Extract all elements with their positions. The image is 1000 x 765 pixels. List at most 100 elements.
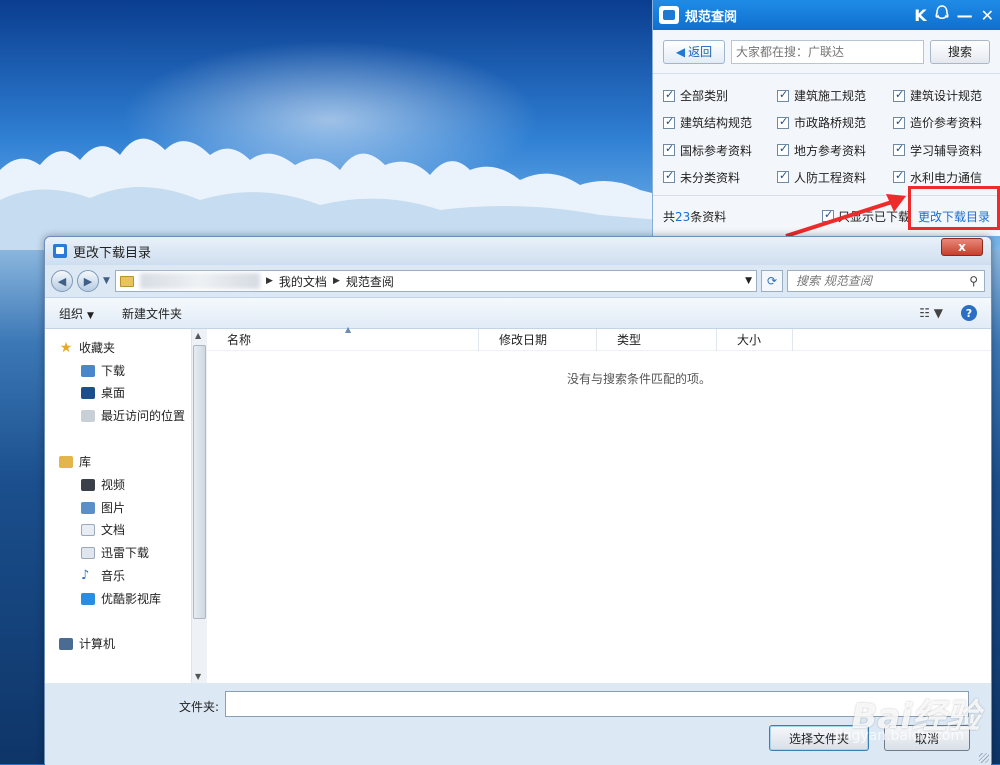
cancel-button[interactable]: 取消 (884, 725, 970, 751)
column-modified[interactable]: 修改日期 (479, 328, 597, 351)
help-icon[interactable]: ? (961, 305, 977, 321)
column-name[interactable]: 名称 (207, 328, 479, 351)
folder-input[interactable] (225, 691, 969, 717)
titlebar-controls: K — ✕ (914, 5, 994, 25)
category-design[interactable]: 建筑设计规范 (893, 86, 1000, 105)
nav-item-documents[interactable]: 文档 (81, 521, 125, 538)
nav-scrollbar[interactable]: ▲ ▼ (191, 329, 207, 683)
checkbox-icon[interactable] (777, 88, 789, 102)
checkbox-icon[interactable] (663, 142, 675, 157)
nav-item-pictures[interactable]: 图片 (81, 499, 125, 516)
checkbox-icon[interactable] (893, 169, 905, 184)
checkbox-icon[interactable] (777, 142, 789, 157)
category-national[interactable]: 国标参考资料 (663, 141, 777, 160)
address-row: ◀ ▶ ▼ ▶ 我的文档 ▶ 规范查阅 ▼ ⟳ ⚲ (45, 265, 991, 297)
nav-item-youku-library[interactable]: 优酷影视库 (81, 590, 161, 607)
checkbox-icon[interactable] (893, 115, 905, 129)
thunder-download-icon (81, 546, 95, 559)
sort-caret-icon: ▲ (345, 325, 352, 334)
youku-icon (81, 592, 95, 605)
column-type[interactable]: 类型 (597, 328, 717, 351)
view-options-icon[interactable]: ☷ ▼ (919, 306, 943, 320)
close-icon[interactable]: ✕ (981, 6, 994, 25)
category-municipal[interactable]: 市政路桥规范 (777, 113, 893, 132)
chevron-right-icon[interactable]: ▶ (333, 276, 340, 286)
nav-item-desktop[interactable]: 桌面 (81, 384, 125, 401)
computer-icon (59, 637, 73, 650)
back-arrow-icon: ◀ (675, 44, 686, 59)
column-size[interactable]: 大小 (717, 328, 793, 351)
category-structure[interactable]: 建筑结构规范 (663, 113, 777, 132)
category-construction[interactable]: 建筑施工规范 (777, 86, 893, 105)
checkbox-icon[interactable] (821, 208, 834, 222)
back-nav-button[interactable]: ◀ (51, 270, 73, 292)
nav-item-downloads[interactable]: 下载 (81, 362, 125, 379)
nav-item-thunder-downloads[interactable]: 迅雷下载 (81, 544, 149, 561)
dialog-search-input[interactable] (794, 273, 970, 289)
back-label: 返回 (688, 45, 713, 59)
change-download-dir-link[interactable]: 更改下载目录 (918, 208, 990, 225)
scroll-up-icon[interactable]: ▲ (195, 331, 201, 340)
dialog-search-box[interactable]: ⚲ (787, 270, 985, 292)
category-all[interactable]: 全部类别 (663, 86, 777, 105)
category-local[interactable]: 地方参考资料 (777, 141, 893, 160)
breadcrumb-documents[interactable]: 我的文档 (279, 273, 327, 290)
app-search-button[interactable]: 搜索 (930, 39, 990, 64)
video-icon (81, 478, 95, 491)
nav-favorites[interactable]: ★ 收藏夹 (59, 339, 115, 356)
new-folder-button[interactable]: 新建文件夹 (122, 305, 182, 322)
dialog-toolbar: 组织 ▼ 新建文件夹 ☷ ▼ ? (45, 297, 991, 329)
checkbox-icon[interactable] (663, 115, 675, 129)
caret-down-icon: ▼ (87, 310, 94, 321)
library-icon (59, 455, 73, 468)
qq-icon[interactable] (935, 5, 949, 25)
nav-item-recent-places[interactable]: 最近访问的位置 (81, 407, 185, 424)
snowy-trees (0, 138, 660, 250)
k-logo-icon[interactable]: K (914, 6, 926, 25)
address-dropdown-icon[interactable]: ▼ (745, 276, 752, 286)
minimize-icon[interactable]: — (957, 6, 973, 25)
category-civil-defense[interactable]: 人防工程资料 (777, 168, 893, 187)
organize-menu[interactable]: 组织 ▼ (59, 305, 94, 322)
checkbox-icon[interactable] (663, 169, 675, 184)
folder-icon (120, 275, 134, 287)
category-hydro-power[interactable]: 水利电力通信 (893, 168, 1000, 187)
only-downloaded-toggle[interactable]: 只显示已下载 (821, 208, 910, 225)
checkbox-icon[interactable] (893, 88, 905, 102)
music-icon: ♪ (81, 567, 90, 583)
blurred-path-segment (140, 273, 260, 289)
checkbox-icon[interactable] (663, 88, 675, 102)
nav-item-videos[interactable]: 视频 (81, 476, 125, 493)
checkbox-icon[interactable] (893, 142, 905, 157)
resize-grip[interactable] (979, 753, 989, 763)
category-uncategorized[interactable]: 未分类资料 (663, 168, 777, 187)
checkbox-icon[interactable] (777, 169, 789, 184)
nav-computer[interactable]: 计算机 (59, 635, 115, 652)
star-icon: ★ (59, 339, 73, 356)
scroll-thumb[interactable] (193, 345, 206, 619)
chevron-right-icon[interactable]: ▶ (266, 276, 273, 286)
app-search-input[interactable] (731, 39, 924, 64)
change-dir-dialog: 更改下载目录 x ◀ ▶ ▼ ▶ 我的文档 ▶ 规范查阅 ▼ ⟳ ⚲ 组织▼ 新… (44, 236, 992, 765)
forward-nav-button[interactable]: ▶ (77, 270, 99, 292)
dialog-app-icon (53, 244, 67, 258)
scroll-down-icon[interactable]: ▼ (195, 672, 201, 681)
recent-pages-dropdown[interactable]: ▼ (103, 276, 111, 286)
breadcrumb-spec-query[interactable]: 规范查阅 (346, 273, 394, 290)
checkbox-icon[interactable] (777, 115, 789, 129)
search-icon[interactable]: ⚲ (969, 274, 978, 288)
address-bar[interactable]: ▶ 我的文档 ▶ 规范查阅 ▼ (115, 270, 757, 292)
navigation-pane: ★ 收藏夹 下载 桌面 最近访问的位置 库 视频 图片 文档 迅雷下载 ♪ 音乐… (45, 329, 207, 683)
nav-item-music[interactable]: ♪ 音乐 (81, 567, 125, 584)
category-cost[interactable]: 造价参考资料 (893, 113, 1000, 132)
dialog-close-button[interactable]: x (941, 238, 983, 256)
select-folder-button[interactable]: 选择文件夹 (769, 725, 869, 751)
spec-query-app: 规范查阅 K — ✕ ◀ 返回 搜索 全部类别 建筑施工规范 建筑设计规范 建筑… (652, 0, 1000, 236)
empty-list-message: 没有与搜索条件匹配的项。 (566, 372, 711, 386)
refresh-button[interactable]: ⟳ (761, 270, 783, 292)
download-folder-icon (81, 364, 95, 377)
back-button[interactable]: ◀ 返回 (663, 39, 725, 64)
category-study[interactable]: 学习辅导资料 (893, 141, 1000, 160)
file-list-pane: ▲ 名称 修改日期 类型 大小 没有与搜索条件匹配的项。 (207, 325, 991, 683)
nav-libraries[interactable]: 库 (59, 453, 91, 470)
